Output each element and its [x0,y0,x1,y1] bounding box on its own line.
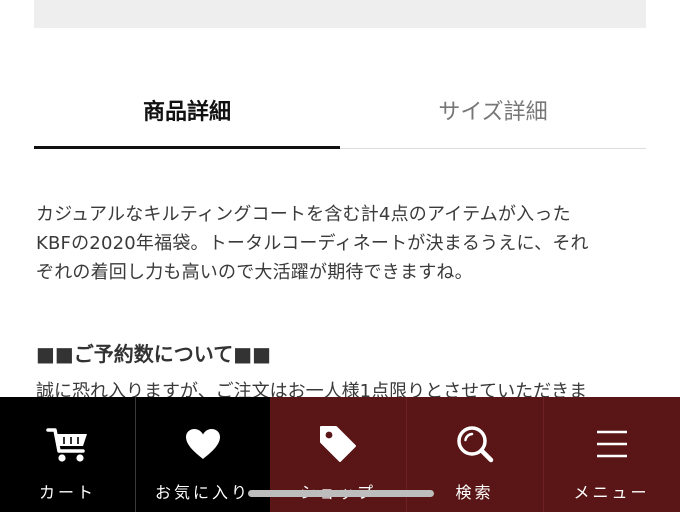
tag-icon [318,425,358,463]
home-indicator[interactable] [248,490,434,497]
tab-active-indicator [34,146,340,149]
product-tabs: 商品詳細 サイズ詳細 [34,70,646,150]
description-line: KBFの2020年福袋。トータルコーディネートが決まるうえに、それ [36,233,589,254]
nav-item-menu[interactable]: メニュー [543,397,680,512]
nav-label: カート [38,483,96,502]
nav-label: メニュー [573,483,650,502]
product-description: カジュアルなキルティングコートを含む計4点のアイテムが入った KBFの2020年… [36,200,648,287]
nav-label: お気に入り [154,483,250,502]
nav-separator [543,397,544,512]
section-heading-reservation: ■■ご予約数について■■ [36,342,271,366]
description-line: ぞれの着回し力も高いので大活躍が期待できますね。 [36,262,473,283]
cart-icon [45,425,90,463]
nav-separator [135,397,136,512]
tab-size-details[interactable]: サイズ詳細 [340,70,646,150]
search-icon [455,425,495,463]
menu-icon [595,425,629,463]
heart-icon [184,425,222,463]
image-placeholder-box [34,0,646,28]
tab-product-details[interactable]: 商品詳細 [34,70,340,150]
nav-label: 検索 [455,483,494,502]
nav-item-cart[interactable]: カート [0,397,135,512]
description-line: カジュアルなキルティングコートを含む計4点のアイテムが入った [36,204,571,225]
